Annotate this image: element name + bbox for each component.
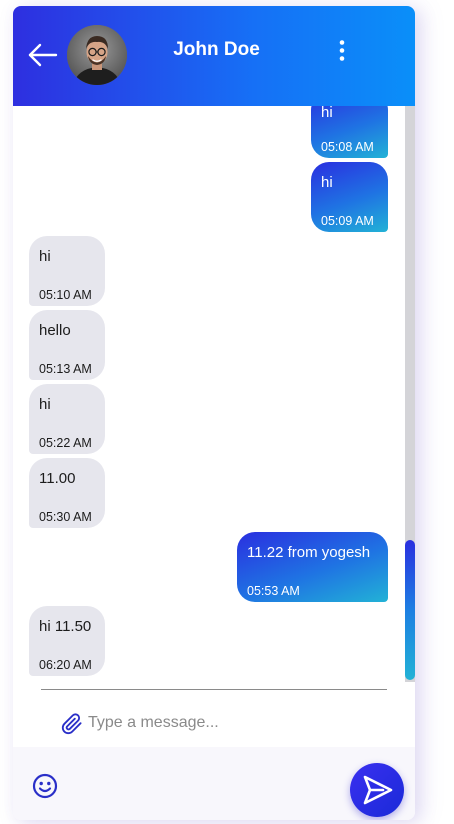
arrow-left-icon bbox=[28, 43, 58, 67]
message-time: 05:13 AM bbox=[39, 362, 92, 376]
emoji-button[interactable] bbox=[31, 772, 59, 800]
message-bubble-sent: 11.22 from yogesh 05:53 AM bbox=[237, 532, 388, 602]
message-text: hi bbox=[39, 248, 51, 265]
message-text: hi bbox=[39, 396, 51, 413]
message-time: 06:20 AM bbox=[39, 658, 92, 672]
message-bubble-received: hi 11.50 06:20 AM bbox=[29, 606, 105, 676]
smiley-icon bbox=[32, 773, 58, 799]
message-list[interactable]: hi 05:08 AM hi 05:09 AM hi 05:10 AM hell… bbox=[13, 106, 415, 686]
message-bubble-received: hi 05:22 AM bbox=[29, 384, 105, 454]
more-vertical-icon bbox=[339, 40, 345, 61]
message-bubble-received: 11.00 05:30 AM bbox=[29, 458, 105, 528]
message-input[interactable] bbox=[86, 709, 390, 737]
back-button[interactable] bbox=[27, 41, 59, 69]
message-text: hello bbox=[39, 322, 71, 339]
message-time: 05:09 AM bbox=[321, 214, 374, 228]
contact-name: John Doe bbox=[173, 39, 260, 60]
avatar-image bbox=[67, 25, 127, 85]
message-time: 05:53 AM bbox=[247, 584, 300, 598]
message-time: 05:08 AM bbox=[321, 140, 374, 154]
message-bubble-received: hello 05:13 AM bbox=[29, 310, 105, 380]
chat-header: John Doe bbox=[13, 6, 415, 106]
message-text: hi bbox=[321, 174, 333, 191]
message-bubble-sent: hi 05:08 AM bbox=[311, 106, 388, 158]
message-bubble-received: hi 05:10 AM bbox=[29, 236, 105, 306]
send-icon bbox=[363, 775, 393, 805]
message-bubble-sent: hi 05:09 AM bbox=[311, 162, 388, 232]
scrollbar-thumb[interactable] bbox=[405, 540, 415, 680]
attach-button[interactable] bbox=[61, 713, 83, 735]
send-button[interactable] bbox=[350, 763, 404, 817]
composer-footer bbox=[13, 747, 415, 820]
chat-widget: John Doe hi 05:08 AM hi 05:09 AM hi 05:1… bbox=[13, 6, 415, 820]
paperclip-icon bbox=[61, 713, 82, 735]
message-time: 05:30 AM bbox=[39, 510, 92, 524]
message-time: 05:10 AM bbox=[39, 288, 92, 302]
message-text: 11.00 bbox=[39, 470, 76, 487]
composer-divider bbox=[41, 689, 387, 690]
message-text: hi 11.50 bbox=[39, 618, 92, 635]
message-text: 11.22 from yogesh bbox=[247, 544, 371, 561]
more-options-button[interactable] bbox=[333, 38, 351, 64]
message-text: hi bbox=[321, 106, 333, 121]
avatar[interactable] bbox=[67, 25, 127, 85]
message-time: 05:22 AM bbox=[39, 436, 92, 450]
